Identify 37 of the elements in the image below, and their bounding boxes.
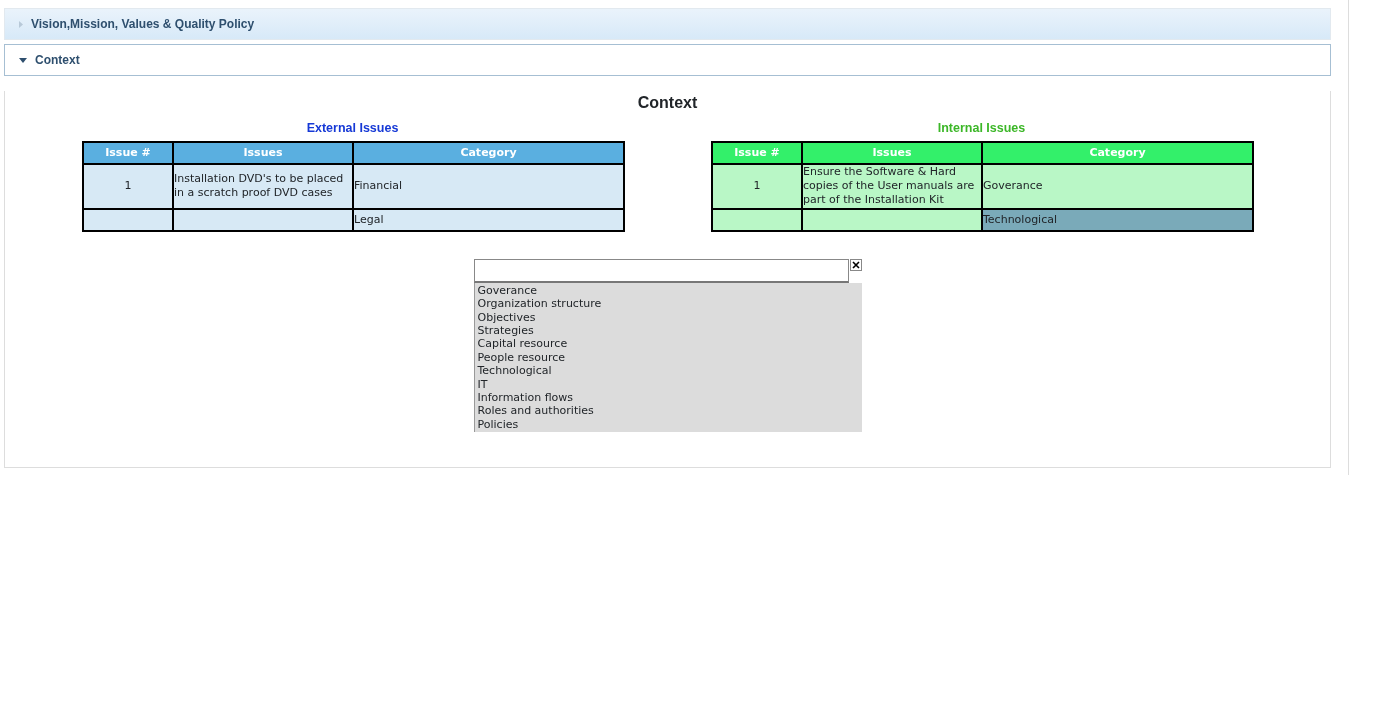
- caret-down-icon: [19, 57, 27, 63]
- dropdown-option[interactable]: People resource: [477, 350, 859, 365]
- table-cell[interactable]: Financial: [353, 163, 624, 209]
- column-header: Issues: [173, 141, 353, 164]
- column-header: Issues: [802, 141, 982, 164]
- table-cell: 1: [83, 163, 173, 209]
- dropdown-option[interactable]: Goverance: [477, 283, 859, 298]
- table-cell[interactable]: Legal: [353, 208, 624, 231]
- section-title: Context: [35, 52, 80, 69]
- table-cell[interactable]: Goverance: [982, 163, 1253, 209]
- column-header: Issue #: [712, 141, 802, 164]
- table-cell: Ensure the Software & Hard copies of the User manuals are part of the Installation Kit: [802, 163, 982, 209]
- dropdown-option[interactable]: Policies: [477, 417, 859, 432]
- column-header: Category: [982, 141, 1253, 164]
- section-header[interactable]: Vision,Mission, Values & Quality Policy: [4, 8, 1331, 40]
- dropdown-option[interactable]: Objectives: [477, 310, 859, 324]
- section-header[interactable]: Context: [4, 44, 1331, 76]
- column-header: Category: [353, 141, 624, 164]
- close-button[interactable]: [849, 258, 862, 271]
- dropdown-option[interactable]: Roles and authorities: [477, 404, 859, 418]
- table-cell[interactable]: Technological: [982, 208, 1253, 231]
- table-cell: Installation DVD's to be placed in a scratch proof DVD cases: [173, 163, 353, 209]
- table-cell: 1: [712, 163, 802, 209]
- input-field[interactable]: [473, 258, 849, 283]
- table-title: External Issues: [305, 120, 400, 137]
- section-title: Vision,Mission, Values & Quality Policy: [31, 16, 255, 33]
- caret-right-icon: [19, 20, 23, 28]
- page-heading: Context: [636, 93, 699, 113]
- close-icon: [851, 261, 860, 270]
- dropdown-option[interactable]: Organization structure: [477, 297, 859, 311]
- dropdown-option[interactable]: Information flows: [477, 391, 859, 405]
- column-header: Issue #: [83, 141, 173, 164]
- dropdown-option[interactable]: IT: [477, 377, 859, 391]
- dropdown-option[interactable]: Capital resource: [477, 337, 859, 351]
- dropdown-option[interactable]: Technological: [477, 364, 859, 378]
- table-title: Internal Issues: [936, 120, 1027, 137]
- dropdown-option[interactable]: Strategies: [477, 323, 859, 338]
